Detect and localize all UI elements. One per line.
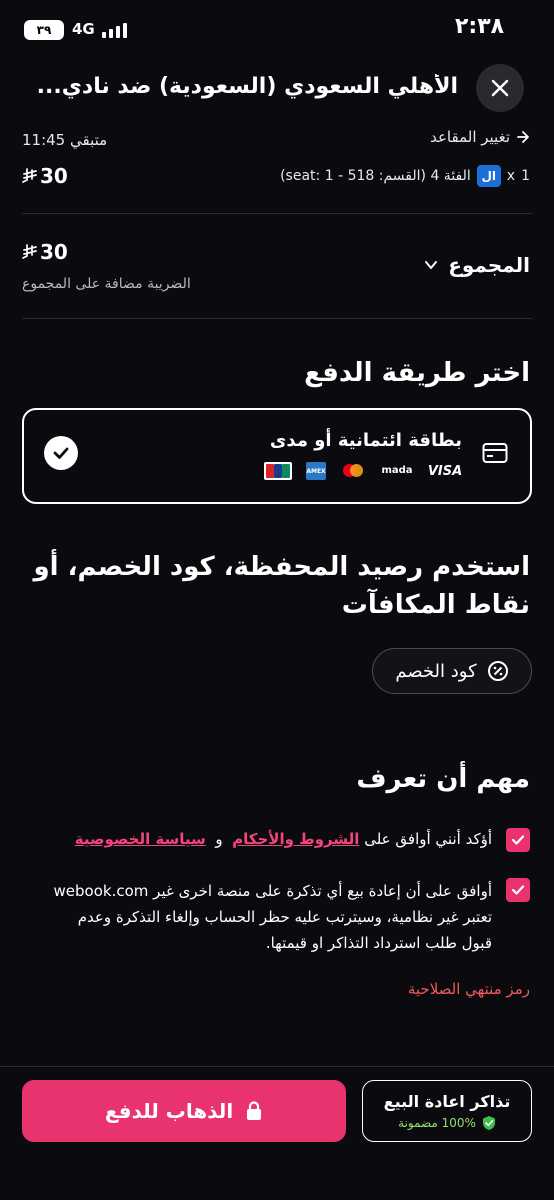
- resale-agreement: أوافق على أن إعادة بيع أي تذكرة على منصة…: [53, 882, 492, 952]
- percent-icon: [487, 661, 508, 681]
- total-price-value: 30: [40, 240, 68, 264]
- card-option-label: بطاقة ائتمانية أو مدى: [269, 430, 462, 451]
- ticket-line: الفئة 4 (القسم: 518 - 1 :seat) ال x 1: [280, 165, 530, 187]
- ticket-times: x: [506, 168, 516, 184]
- discount-code-label: كود الخصم: [395, 660, 477, 682]
- resale-tickets-button[interactable]: تذاكر اعادة البيع 100% مضمونة: [362, 1080, 532, 1142]
- riyal-icon: [22, 244, 37, 259]
- wallet-heading: استخدم رصيد المحفظة، كود الخصم، أو نقاط …: [33, 552, 530, 620]
- countdown-timer: متبقي 11:45: [22, 131, 108, 149]
- ticket-price: 30: [22, 164, 68, 188]
- go-to-payment-label: الذهاب للدفع: [104, 1099, 234, 1123]
- divider: [22, 213, 532, 214]
- divider: [22, 318, 532, 319]
- total-label: المجموع: [448, 253, 530, 277]
- terms-checkbox[interactable]: [506, 828, 530, 852]
- tax-note: الضريبة مضافة على المجموع: [22, 276, 191, 292]
- check-icon: [511, 885, 525, 895]
- close-button[interactable]: [476, 64, 524, 112]
- privacy-link[interactable]: سياسة الخصوصية: [75, 830, 206, 848]
- network-type: 4G: [72, 20, 95, 38]
- arrow-back-icon: [517, 131, 529, 143]
- payment-heading: اختر طريقة الدفع: [304, 358, 530, 388]
- team-logo-icon: ال: [476, 165, 501, 187]
- change-seats-link[interactable]: تغيير المقاعد: [430, 128, 530, 146]
- terms-and: و: [215, 830, 223, 848]
- chevron-down-icon: [425, 261, 438, 269]
- ticket-quantity: 1: [521, 168, 530, 184]
- signal-icon: [102, 22, 130, 38]
- amex-logo-icon: AMEX: [306, 462, 326, 480]
- ticket-description: الفئة 4 (القسم: 518 - 1 :seat): [280, 168, 471, 184]
- lock-icon: [247, 1101, 262, 1120]
- credit-card-icon: [482, 442, 508, 468]
- mada-logo-icon: mada: [381, 465, 413, 476]
- close-icon: [491, 79, 509, 97]
- info-heading: مهم أن تعرف: [356, 764, 530, 794]
- mastercard-logo-icon: [340, 462, 366, 480]
- footer-divider: [0, 1066, 554, 1067]
- check-icon: [511, 835, 525, 845]
- shield-check-icon: [482, 1115, 495, 1130]
- card-logos: AMEX mada VISA: [264, 462, 462, 480]
- total-price: 30: [22, 240, 68, 264]
- status-time: ٢:٣٨: [455, 14, 505, 39]
- terms-prefix: أؤكد أنني أوافق على: [364, 830, 492, 848]
- visa-logo-icon: VISA: [427, 463, 463, 479]
- total-toggle[interactable]: المجموع: [424, 253, 530, 277]
- resale-checkbox[interactable]: [506, 878, 530, 902]
- page-title: الأهلي السعودي (السعودية) ضد نادي...: [38, 74, 458, 99]
- go-to-payment-button[interactable]: الذهاب للدفع: [22, 1080, 346, 1142]
- discount-code-button[interactable]: كود الخصم: [372, 648, 532, 694]
- expired-code-error: رمز منتهي الصلاحية: [407, 980, 530, 998]
- ticket-price-value: 30: [40, 164, 68, 188]
- resale-guarantee-label: 100% مضمونة: [398, 1115, 476, 1130]
- terms-agreement: أؤكد أنني أوافق على الشروط والأحكام و سي…: [52, 828, 492, 850]
- unionpay-logo-icon: [264, 462, 292, 480]
- riyal-icon: [22, 168, 37, 183]
- change-seats-label: تغيير المقاعد: [430, 128, 510, 146]
- resale-guarantee: 100% مضمونة: [398, 1115, 496, 1131]
- battery-icon: ٣٩: [24, 20, 64, 40]
- terms-link[interactable]: الشروط والأحكام: [232, 830, 359, 848]
- payment-option-card[interactable]: [22, 408, 532, 504]
- selected-check-icon: [44, 436, 78, 470]
- resale-title: تذاكر اعادة البيع: [383, 1091, 511, 1111]
